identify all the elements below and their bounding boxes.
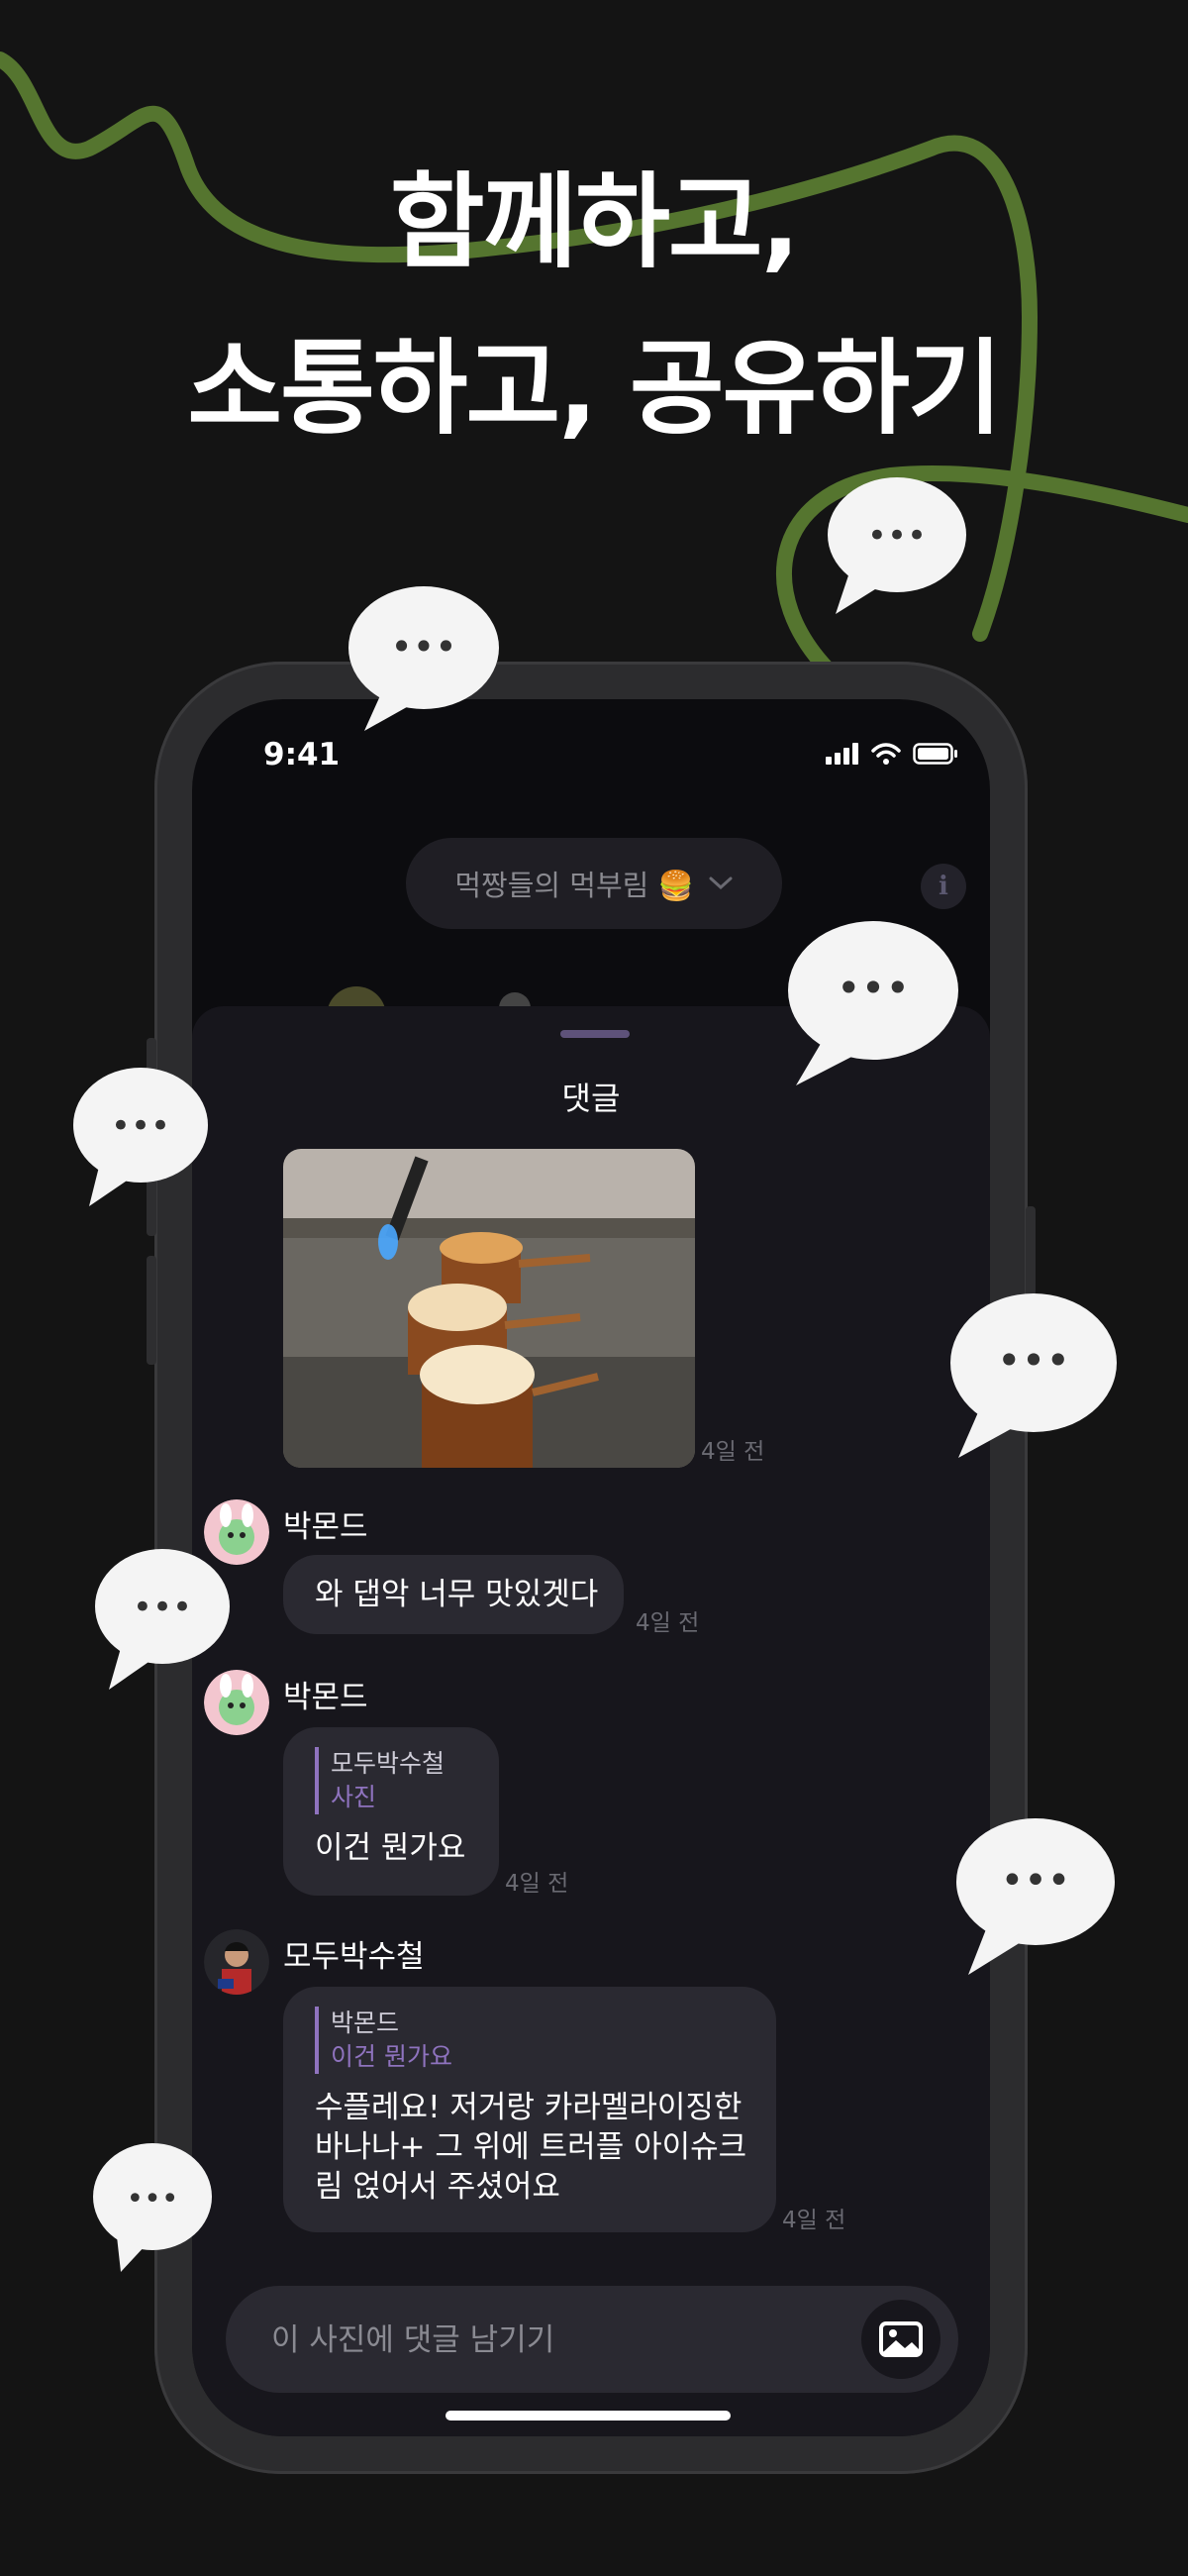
comment-input-bar (226, 2286, 958, 2395)
reply-quote[interactable]: 모두박수철 사진 (315, 1747, 499, 1814)
chat-room-selector[interactable]: 먹짱들의 먹부림 🍔 (406, 838, 782, 929)
reply-quote-text: 이건 뭔가요 (331, 2042, 452, 2071)
comment-bubble[interactable]: 박몬드 이건 뭔가요 수플레요! 저거랑 카라멜라이징한 바나나+ 그 위에 트… (283, 1987, 776, 2232)
photo-timestamp: 4일 전 (701, 1439, 765, 1465)
souffle-photo-image (283, 1149, 695, 1468)
speech-bubble-dots: ••• (1001, 1858, 1071, 1904)
info-button[interactable]: i (921, 864, 966, 909)
comment-text-line: 바나나+ 그 위에 트러플 아이슈크 (315, 2129, 747, 2165)
comments-sheet: 댓글 4일 전 박몬드 와 댑악 너무 맛있겟다 4일 전 박몬드 모두박수철 … (192, 1006, 990, 2436)
chat-room-name: 먹짱들의 먹부림 🍔 (454, 869, 694, 902)
reply-quote-user: 박몬드 (331, 2009, 400, 2037)
post-photo[interactable] (283, 1149, 695, 1468)
speech-bubble-decoration: ••• (828, 477, 966, 614)
status-bar: 9:41 (192, 699, 990, 808)
comment-username: 박몬드 (283, 1509, 368, 1545)
comment-username: 모두박수철 (283, 1939, 425, 1975)
phone-volume-down (147, 1256, 156, 1365)
speech-bubble-dots: ••• (837, 964, 910, 1012)
speech-bubble-dots: ••• (867, 516, 927, 556)
speech-bubble-decoration: ••• (950, 1293, 1117, 1458)
signal-icon (826, 743, 858, 765)
speech-bubble-decoration: ••• (93, 2143, 212, 2272)
comment-text: 와 댑악 너무 맛있겟다 (315, 1577, 599, 1612)
comment-bubble[interactable]: 와 댑악 너무 맛있겟다 (283, 1555, 624, 1634)
reply-quote-text: 사진 (331, 1783, 377, 1811)
comment-timestamp: 4일 전 (505, 1871, 569, 1897)
speech-bubble-dots: ••• (133, 1588, 192, 1627)
speech-bubble-dots: ••• (111, 1106, 170, 1146)
comment-text-line: 림 얹어서 주셨어요 (315, 2169, 560, 2205)
headline-line-1: 함께하고, (389, 161, 800, 282)
home-indicator (446, 2411, 731, 2421)
speech-bubble-dots: ••• (390, 625, 456, 669)
chevron-down-icon (709, 876, 733, 890)
status-icons (826, 743, 958, 765)
reply-quote-user: 모두박수철 (331, 1749, 446, 1778)
comment-timestamp: 4일 전 (636, 1610, 700, 1636)
speech-bubble-decoration: ••• (956, 1818, 1115, 1975)
avatar[interactable] (204, 1929, 269, 1995)
reply-quote[interactable]: 박몬드 이건 뭔가요 (315, 2007, 776, 2074)
comment-bubble[interactable]: 모두박수철 사진 이건 뭔가요 (283, 1727, 499, 1896)
user-avatar-image (204, 1929, 269, 1995)
comment-text-line: 수플레요! 저거랑 카라멜라이징한 (315, 2090, 742, 2125)
speech-bubble-dots: ••• (126, 2182, 178, 2216)
headline: 함께하고, 소통하고, 공유하기 (0, 139, 1188, 471)
wifi-icon (871, 743, 901, 765)
speech-bubble-decoration: ••• (73, 1068, 208, 1206)
speech-bubble-decoration: ••• (788, 921, 958, 1085)
speech-bubble-decoration: ••• (95, 1549, 230, 1690)
comment-text: 이건 뭔가요 (315, 1830, 466, 1866)
status-time: 9:41 (263, 737, 341, 773)
image-icon (879, 2321, 923, 2357)
speech-bubble-dots: ••• (997, 1336, 1070, 1385)
comment-username: 박몬드 (283, 1680, 368, 1715)
battery-icon (913, 743, 957, 765)
speech-bubble-decoration: ••• (348, 586, 499, 731)
attach-image-button[interactable] (861, 2300, 940, 2379)
headline-line-2: 소통하고, 공유하기 (187, 328, 1002, 449)
sheet-drag-handle[interactable] (560, 1030, 630, 1038)
comment-input[interactable] (269, 2286, 828, 2395)
comment-timestamp: 4일 전 (782, 2208, 846, 2233)
